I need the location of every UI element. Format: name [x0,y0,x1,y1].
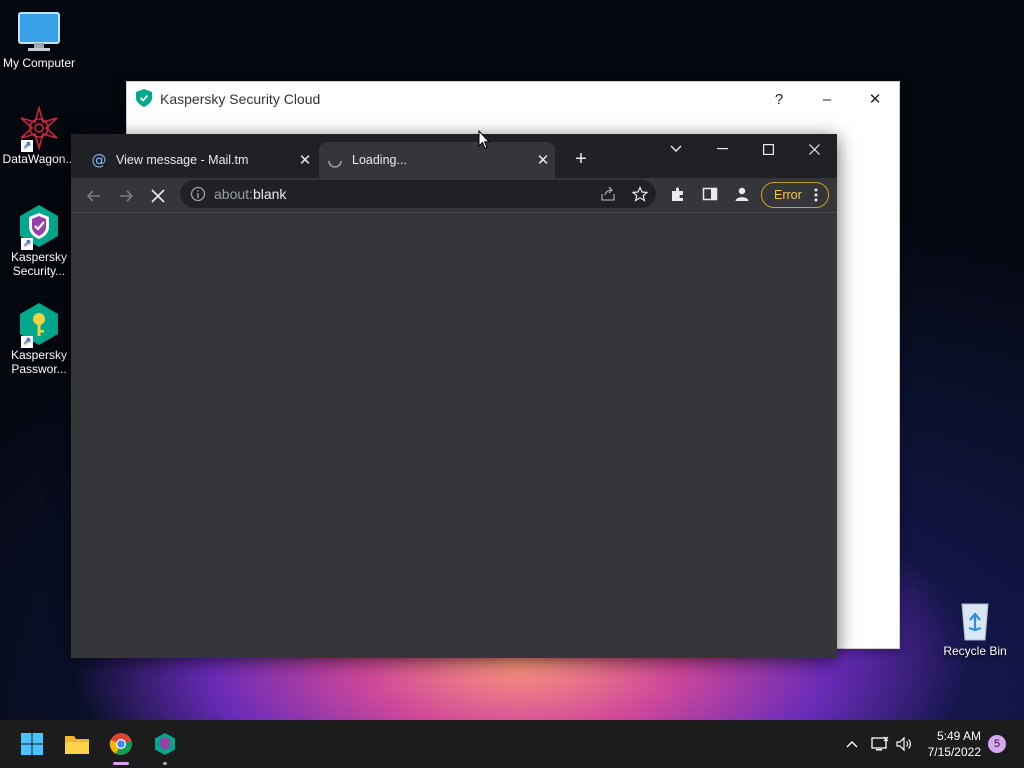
at-sign-icon: @ [91,152,107,168]
error-menu-button[interactable]: Error [761,182,829,208]
address-url[interactable]: about:blank [214,186,592,202]
kaspersky-security-icon: ↗ [17,204,61,250]
page-content[interactable] [71,212,837,658]
chevron-up-icon [846,741,858,748]
shortcut-arrow-icon: ↗ [21,336,33,348]
tab-close-icon[interactable]: ✕ [531,151,555,169]
share-icon[interactable] [592,186,624,202]
kaspersky-security-icon [155,733,175,755]
file-explorer-button[interactable] [61,728,93,760]
side-panel-icon [702,187,718,201]
arrow-left-icon [86,190,100,202]
minimize-button[interactable]: – [803,82,851,116]
tab-mail[interactable]: @ View message - Mail.tm ✕ [83,142,317,178]
arrow-right-icon [120,190,134,202]
tab-title: View message - Mail.tm [116,153,249,167]
running-indicator [163,762,167,765]
shortcut-arrow-icon: ↗ [21,238,33,250]
desktop-icon-kaspersky-security[interactable]: ↗ Kaspersky Security... [1,204,77,278]
close-window-button[interactable] [791,134,837,164]
kaspersky-password-icon: ↗ [17,302,61,348]
desktop-icon-label: Kaspersky Security... [10,250,68,278]
volume-button[interactable] [888,728,920,760]
monitor-icon [17,10,61,54]
recycle-bin-icon [953,598,997,642]
clock-date: 7/15/2022 [927,745,981,759]
tab-close-icon[interactable]: ✕ [293,151,317,169]
url-host: blank [252,186,287,202]
tab-loading[interactable]: Loading... ✕ [319,142,555,178]
url-scheme: about: [214,186,253,202]
forward-button[interactable] [110,180,142,212]
kaspersky-title-bar[interactable]: Kaspersky Security Cloud ? – ✕ [127,82,899,116]
kaspersky-shield-icon [136,88,152,110]
desktop-icon-label: DataWagon... [2,152,76,166]
maximize-window-button[interactable] [745,134,791,164]
address-bar[interactable]: about:blank [180,180,656,208]
tab-title: Loading... [352,153,407,167]
maximize-icon [762,143,774,155]
kaspersky-window-title: Kaspersky Security Cloud [160,91,321,107]
help-button[interactable]: ? [755,82,803,116]
stop-loading-button[interactable] [142,180,174,212]
desktop-icon-label: Recycle Bin [943,644,1007,658]
more-vert-icon [814,188,818,202]
bookmark-star-icon[interactable] [624,186,656,202]
chrome-icon [109,733,132,755]
datawagon-icon: ↗ [17,105,61,152]
start-button[interactable] [16,728,48,760]
close-icon [808,143,820,155]
chrome-taskbar-button[interactable] [105,728,137,765]
taskbar: 5:49 AM 7/15/2022 [0,720,1024,768]
notification-badge[interactable]: 5 [988,735,1006,753]
desktop-icon-label: My Computer [2,56,76,70]
info-icon[interactable] [190,186,206,202]
desktop-icon-my-computer[interactable]: My Computer [1,10,77,70]
svg-text:@: @ [92,152,107,168]
folder-icon [65,736,89,754]
network-icon [871,736,889,751]
desktop-icon-label: Kaspersky Passwor... [10,348,68,376]
minimize-icon [716,148,728,150]
kaspersky-taskbar-button[interactable] [149,728,181,765]
clock[interactable]: 5:49 AM 7/15/2022 [928,728,981,760]
tab-strip[interactable]: @ View message - Mail.tm ✕ Loading... ✕ … [71,134,837,178]
new-tab-button[interactable]: + [569,148,593,170]
desktop-icon-datawagon[interactable]: ↗ DataWagon... [1,105,77,166]
clock-time: 5:49 AM [936,729,981,743]
extensions-button[interactable] [662,178,694,210]
desktop-icon-recycle-bin[interactable]: Recycle Bin [937,598,1013,658]
tab-search-button[interactable] [653,134,699,164]
mouse-cursor-icon [478,129,491,155]
profile-button[interactable] [726,178,758,210]
chevron-down-icon [670,145,682,152]
shortcut-arrow-icon: ↗ [21,140,33,152]
close-button[interactable]: ✕ [851,82,899,116]
error-label: Error [774,188,802,202]
person-icon [735,187,749,201]
speaker-icon [896,736,911,752]
active-indicator [113,762,129,765]
side-panel-button[interactable] [694,178,726,210]
desktop-icon-kaspersky-password[interactable]: ↗ Kaspersky Passwor... [1,302,77,376]
close-icon [151,189,165,203]
back-button[interactable] [78,180,110,212]
windows-logo-icon [21,733,43,755]
browser-window: @ View message - Mail.tm ✕ Loading... ✕ … [71,134,837,658]
puzzle-icon [672,187,683,201]
loading-spinner-icon [327,152,343,168]
minimize-window-button[interactable] [699,134,745,164]
